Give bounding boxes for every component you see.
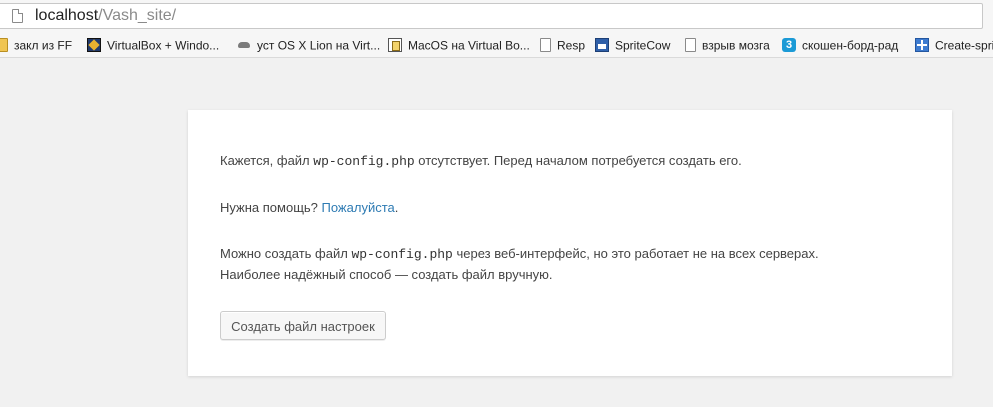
config-filename: wp-config.php — [351, 247, 453, 262]
missing-config-message: Кажется, файл wp-config.php отсутствует.… — [220, 150, 742, 172]
macos-icon — [388, 37, 402, 52]
bookmark-label: SpriteCow — [615, 38, 671, 53]
create-config-button[interactable]: Создать файл настроек — [220, 311, 386, 340]
message-text: отсутствует. Перед началом потребуется с… — [414, 153, 742, 168]
bookmark-label: MacOS на Virtual Bo... — [408, 38, 530, 53]
help-message: Нужна помощь? Пожалуйста. — [220, 197, 398, 218]
page-icon — [12, 9, 23, 23]
spritecow-icon — [595, 37, 609, 52]
bookmark-label: VirtualBox + Windo... — [107, 38, 220, 53]
three-icon: 3 — [782, 37, 796, 52]
url-text[interactable]: localhost/Vash_site/ — [35, 6, 176, 26]
bookmark-label: скошен-борд-рад — [802, 38, 899, 53]
help-link[interactable]: Пожалуйста — [322, 200, 395, 215]
document-icon — [540, 37, 551, 52]
bookmark-label: Create-spri — [935, 38, 993, 53]
bookmark-macos-virtualbox[interactable]: MacOS на Virtual Bo... — [388, 36, 530, 55]
message-text: Кажется, файл — [220, 153, 314, 168]
bookmark-label: уст OS X Lion на Virt... — [257, 38, 381, 53]
message-text: Нужна помощь? — [220, 200, 322, 215]
url-path: /Vash_site/ — [98, 7, 177, 24]
manual-message: Наиболее надёжный способ — создать файл … — [220, 267, 553, 282]
document-icon — [685, 37, 696, 52]
config-filename: wp-config.php — [313, 154, 415, 169]
bookmark-zakl-iz-ff[interactable]: закл из FF — [0, 36, 72, 55]
bookmark-vzryv-mozga[interactable]: взрыв мозга — [685, 36, 770, 55]
bookmark-virtualbox[interactable]: VirtualBox + Windo... — [87, 36, 219, 55]
url-input[interactable]: localhost/Vash_site/ — [0, 3, 983, 29]
message-text: Можно создать файл — [220, 246, 352, 261]
grid-icon — [915, 37, 929, 52]
message-text: . — [394, 200, 399, 215]
web-interface-message: Можно создать файл wp-config.php через в… — [220, 243, 819, 265]
bookmark-create-sprite[interactable]: Create-spri — [915, 36, 993, 55]
bookmark-label: закл из FF — [14, 38, 73, 53]
url-host: localhost — [35, 7, 99, 24]
animal-icon — [237, 38, 251, 52]
address-bar: localhost/Vash_site/ — [0, 0, 993, 34]
bookmark-label: Resp — [557, 38, 586, 53]
setup-card: Кажется, файл wp-config.php отсутствует.… — [188, 110, 952, 376]
folder-icon — [0, 37, 8, 52]
bookmark-os-x-lion[interactable]: уст OS X Lion на Virt... — [237, 36, 380, 55]
virtualbox-icon — [87, 37, 101, 52]
bookmarks-bar: закл из FF VirtualBox + Windo... уст OS … — [0, 34, 993, 58]
bookmark-resp[interactable]: Resp — [540, 36, 585, 55]
bookmark-spritecow[interactable]: SpriteCow — [595, 36, 670, 55]
bookmark-skoshen-bord-rad[interactable]: 3 скошен-борд-рад — [782, 36, 898, 55]
message-text: через веб-интерфейс, но это работает не … — [452, 246, 819, 261]
bookmark-label: взрыв мозга — [702, 38, 770, 53]
